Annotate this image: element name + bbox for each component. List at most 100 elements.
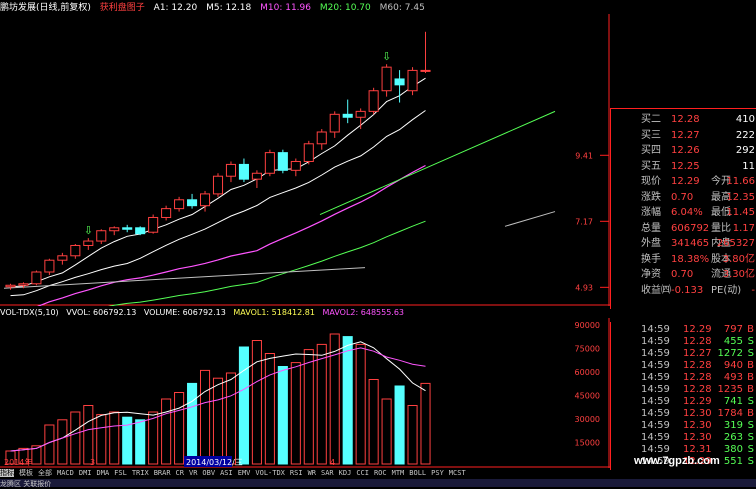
candle[interactable] [381, 66, 392, 92]
candle[interactable] [96, 230, 107, 242]
volume-bar[interactable] [225, 372, 237, 465]
volume-bar[interactable] [174, 392, 185, 465]
volume-bar[interactable] [135, 419, 146, 465]
volume-bar[interactable] [161, 398, 172, 465]
indicator-tab[interactable]: ROC [374, 469, 387, 477]
candle[interactable] [394, 78, 405, 86]
candle[interactable] [355, 110, 366, 118]
indicator-tab[interactable]: RSI [290, 469, 303, 477]
candle[interactable] [212, 175, 224, 195]
volume-bar[interactable] [303, 349, 314, 465]
candle[interactable] [161, 208, 172, 218]
indicator-tab[interactable]: MCST [449, 469, 466, 477]
candle[interactable] [420, 69, 431, 72]
indicator-tab[interactable]: VOL-TDX [255, 469, 285, 477]
candle[interactable] [277, 152, 288, 171]
indicator-tab[interactable]: SAR [321, 469, 334, 477]
volume-bar[interactable] [70, 411, 81, 465]
indicator-tab[interactable]: BOLL [409, 469, 426, 477]
ma20-value: M20: 10.70 [319, 3, 371, 13]
volume-axis-label: 90000 [575, 321, 600, 330]
indicator-tab[interactable]: 模板 [19, 469, 33, 477]
candle[interactable] [83, 240, 94, 246]
volume-bar[interactable] [355, 343, 366, 465]
candle[interactable] [187, 199, 198, 207]
volume-bar[interactable] [394, 385, 405, 465]
volume-bar[interactable] [316, 343, 327, 465]
candle[interactable] [225, 163, 237, 177]
indicator-tab[interactable]: TRIX [132, 469, 149, 477]
indicator-tab[interactable]: ASI [220, 469, 233, 477]
volume-bar[interactable] [96, 414, 107, 465]
candle[interactable] [342, 113, 353, 118]
candle[interactable] [135, 227, 146, 235]
volume-bar[interactable] [57, 419, 68, 465]
indicator-tab[interactable]: 全部 [38, 469, 52, 477]
candle[interactable] [31, 271, 42, 285]
candle[interactable] [316, 131, 327, 145]
indicator-tab[interactable]: MTM [392, 469, 405, 477]
indicator-tab[interactable]: WR [308, 469, 316, 477]
volume-title: VOL-TDX(5,10) VVOL: 606792.13 VOLUME: 60… [0, 308, 409, 317]
candle[interactable] [122, 227, 133, 230]
candle[interactable] [303, 143, 314, 162]
stock-name[interactable]: 鹏坊发展(日线,前复权) [0, 3, 91, 13]
indicator-tab[interactable]: MACD [57, 469, 74, 477]
price-chart[interactable]: 9.41 7.17 4.93 ⇩ ⇩ [0, 14, 610, 306]
indicator-tab[interactable]: EMV [238, 469, 251, 477]
indicator-tab[interactable]: FSL [114, 469, 127, 477]
indicator-tabs: 指标 模板 全部 MACD DMI DMA FSL TRIX BRAR CR VR OBV ASI EMV… [0, 468, 600, 478]
indicator-tab[interactable]: DMI [79, 469, 92, 477]
candle[interactable] [329, 113, 340, 133]
volume-bar[interactable] [251, 340, 262, 465]
indicator-tab[interactable]: PSY [431, 469, 444, 477]
quote-value-2: - [751, 284, 755, 296]
indicator-tab[interactable]: VR [189, 469, 197, 477]
quote-row: 买四 12.26 292 [611, 144, 756, 157]
candle[interactable] [148, 216, 159, 233]
volume-chart[interactable]: 90000 75000 60000 45000 30000 15000 2014年 3 2014… [0, 318, 610, 468]
price-axis-label: 9.41 [575, 151, 593, 160]
quote-row: 收益㈣ -0.133 PE(动) - [611, 284, 756, 297]
candle[interactable] [407, 69, 418, 92]
volume-bar[interactable] [238, 346, 249, 465]
quote-row: 换手 18.38% 股本 3.80亿 [611, 253, 756, 266]
candle[interactable] [368, 90, 379, 112]
volume-bar[interactable] [83, 405, 94, 465]
candle[interactable] [290, 160, 301, 171]
candle[interactable] [44, 259, 55, 273]
volume-bar[interactable] [212, 377, 224, 465]
candle[interactable] [18, 283, 29, 286]
indicator-tab[interactable]: KDJ [339, 469, 352, 477]
quote-value: 18.38% [671, 253, 710, 265]
volume-bar[interactable] [277, 366, 288, 465]
volume-bar[interactable] [368, 379, 379, 465]
volume-bar[interactable] [187, 382, 198, 465]
indicator-tab[interactable]: 指标 [0, 469, 14, 477]
indicator-tab[interactable]: CCI [356, 469, 369, 477]
candle[interactable] [238, 163, 249, 180]
volume-bar[interactable] [290, 362, 301, 465]
volume-bar[interactable] [109, 411, 120, 465]
volume-bar[interactable] [420, 382, 431, 465]
indicator-tab[interactable]: BRAR [154, 469, 171, 477]
candle[interactable] [199, 193, 211, 207]
volume-bar[interactable] [381, 398, 392, 465]
volume-bar[interactable] [264, 353, 275, 465]
volume-bar[interactable] [342, 336, 353, 465]
candle[interactable] [70, 244, 81, 257]
volume-bar[interactable] [44, 424, 55, 465]
candle[interactable] [264, 152, 275, 174]
quote-label-2: PE(动) [711, 284, 742, 296]
volume-bar[interactable] [407, 405, 418, 465]
candle[interactable] [109, 227, 120, 232]
candle[interactable] [251, 172, 262, 180]
indicator-tab[interactable]: OBV [202, 469, 215, 477]
candle[interactable] [174, 199, 185, 210]
price-axis-label: 4.93 [575, 283, 593, 292]
indicator-tab[interactable]: CR [176, 469, 184, 477]
candle[interactable] [5, 284, 16, 288]
candle[interactable] [57, 255, 68, 261]
volume-bar[interactable] [199, 369, 211, 465]
indicator-tab[interactable]: DMA [97, 469, 110, 477]
